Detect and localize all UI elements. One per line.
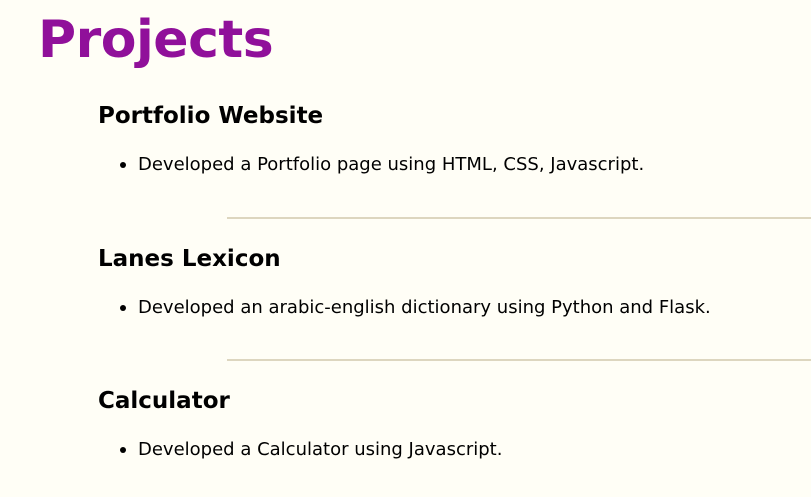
section-divider	[227, 217, 811, 219]
list-item: Developed a Portfolio page using HTML, C…	[120, 154, 644, 176]
project-title: Calculator	[98, 388, 230, 414]
section-divider	[227, 359, 811, 361]
project-title: Lanes Lexicon	[98, 246, 281, 272]
project-description: Developed a Portfolio page using HTML, C…	[138, 154, 645, 175]
project-title: Portfolio Website	[98, 103, 324, 129]
bullet-icon	[120, 447, 126, 453]
page-title: Projects	[38, 10, 274, 70]
project-description: Developed an arabic-english dictionary u…	[138, 297, 711, 318]
project-portfolio-website: Portfolio Website Developed a Portfolio …	[98, 103, 798, 175]
project-description-list: Developed a Calculator using Javascript.	[120, 439, 502, 461]
project-description: Developed a Calculator using Javascript.	[138, 439, 503, 460]
project-description-list: Developed a Portfolio page using HTML, C…	[120, 154, 644, 176]
project-lanes-lexicon: Lanes Lexicon Developed an arabic-englis…	[98, 246, 798, 318]
list-item: Developed an arabic-english dictionary u…	[120, 297, 711, 319]
project-description-list: Developed an arabic-english dictionary u…	[120, 297, 711, 319]
bullet-icon	[120, 305, 126, 311]
list-item: Developed a Calculator using Javascript.	[120, 439, 502, 461]
project-calculator: Calculator Developed a Calculator using …	[98, 388, 798, 460]
bullet-icon	[120, 162, 126, 168]
